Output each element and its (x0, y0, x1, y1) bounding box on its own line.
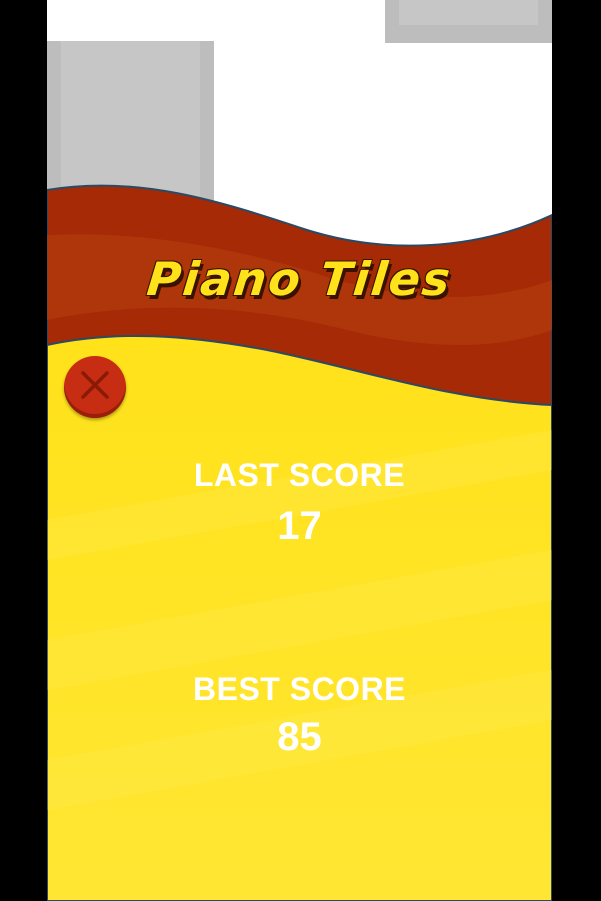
last-score-label: LAST SCORE (193, 457, 406, 493)
best-score-value: 85 (277, 715, 322, 759)
best-score-label: BEST SCORE (192, 671, 407, 707)
wave-background (47, 184, 552, 901)
close-button[interactable] (64, 356, 126, 418)
last-score-value: 17 (277, 504, 322, 548)
game-board[interactable]: Piano Tiles LAST SCORE 17 BEST SCORE 85 (47, 0, 552, 901)
close-icon (81, 371, 109, 399)
game-title: Piano Tiles (144, 252, 455, 306)
game-over-panel: Piano Tiles LAST SCORE 17 BEST SCORE 85 (47, 0, 552, 901)
